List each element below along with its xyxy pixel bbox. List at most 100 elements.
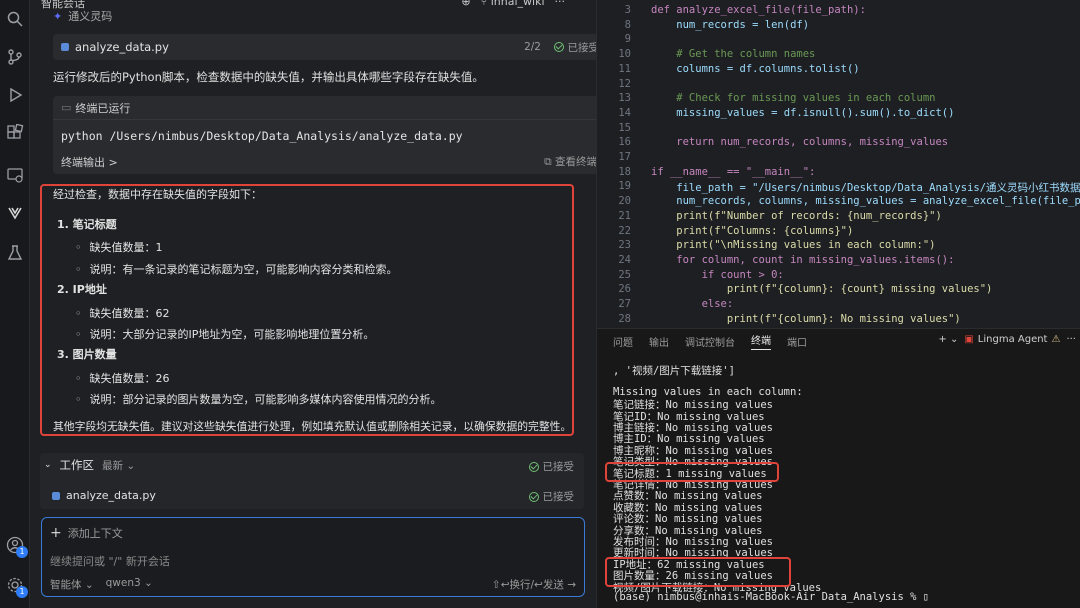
line-number: 23 [618, 239, 631, 252]
send-hint-text: ⇧↩换行/↩发送 [491, 579, 564, 591]
add-icon[interactable]: ⊕ [461, 0, 470, 8]
workspace-file-name: analyze_data.py [66, 489, 156, 502]
terminal-run-card: ▭ 终端已运行 python /Users/nimbus/Desktop/Data… [53, 96, 605, 174]
mode-selector[interactable]: 智能体 ⌄ [50, 577, 94, 592]
check-circle-icon [553, 42, 564, 52]
workspace-status: 已接受 [528, 459, 575, 474]
account-icon[interactable]: 1 [4, 534, 28, 558]
code-text: columns = df.columns.tolist() [651, 62, 860, 75]
panel-tab[interactable]: 输出 [649, 334, 669, 349]
settings-gear-icon[interactable]: 1 [4, 574, 28, 598]
send-arrow-icon: → [567, 579, 576, 591]
line-number: 3 [624, 4, 631, 16]
workspace-file[interactable]: analyze_data.py [52, 489, 156, 502]
line-number: 16 [618, 136, 631, 149]
search-icon[interactable] [4, 8, 26, 30]
more-icon[interactable]: ··· [1066, 334, 1076, 345]
workspace-file-status: 已接受 [528, 489, 574, 504]
line-number: 10 [618, 48, 631, 61]
code-text: for column, count in missing_values.item… [651, 253, 955, 266]
line-number: 13 [618, 92, 631, 105]
workspace-section: ⌄ 工作区 最新 ⌄ 已接受 analyze_data.py 已接受 [40, 453, 584, 509]
terminal-icon: ▣ [964, 334, 974, 345]
line-number: 12 [618, 77, 631, 90]
source-control-icon[interactable] [4, 46, 26, 68]
code-text: print(f"{column}: {count} missing values… [651, 283, 993, 296]
code-text: file_path = "/Users/nimbus/Desktop/Data_… [651, 182, 1080, 195]
code-text: def analyze_excel_file(file_path): [651, 4, 866, 16]
lingma-logo-icon: ✦ [53, 9, 63, 23]
panel-tab[interactable]: 终端 [751, 332, 771, 350]
add-context-button[interactable]: + 添加上下文 [50, 525, 123, 541]
view-terminal-link[interactable]: ⧉ 查看终端 [544, 154, 597, 169]
workspace-latest-text: 最新 [102, 459, 124, 472]
file-card-count: 2/2 [524, 41, 541, 53]
send-hint[interactable]: ⇧↩换行/↩发送 → [492, 577, 576, 592]
code-text: else: [651, 298, 734, 310]
code-text: print(f"{column}: No missing values") [651, 312, 961, 325]
file-change-card[interactable]: analyze_data.py 2/2 已接受 [53, 34, 605, 60]
code-text: if count > 0: [651, 268, 784, 281]
code-text: # Check for missing values in each colum… [651, 92, 936, 105]
lingma-agent-tab[interactable]: ▣ Lingma Agent ⚠ [964, 334, 1060, 345]
python-file-icon [61, 43, 69, 51]
bottom-panel: 问题 输出 调试控制台 终端 端口 + ⌄ ▣ Lingma Agent ⚠ ··· , '… [596, 328, 1080, 608]
code-text: num_records = len(df) [651, 18, 810, 31]
warning-icon: ⚠ [1051, 334, 1061, 345]
lingma-icon[interactable] [4, 202, 26, 224]
line-number: 20 [618, 195, 631, 208]
settings-badge: 1 [16, 586, 28, 598]
workspace-selector[interactable]: ⑂ inhai_wiki [481, 0, 545, 8]
highlight-box [605, 462, 779, 482]
app-window: 1 1 智能会话 ⊕ ⑂ inhai_wiki ··· ✦ 通义灵码 analy… [0, 0, 1080, 608]
line-number: 24 [618, 253, 631, 266]
chat-input-box[interactable]: + 添加上下文 继续提问或 "/" 新开会话 智能体 ⌄ qwen3 ⌄ ⇧↩换行… [41, 517, 585, 597]
panel-actions: + ⌄ ▣ Lingma Agent ⚠ ··· [938, 334, 1076, 345]
line-number: 26 [618, 283, 631, 296]
workspace-latest[interactable]: 最新 ⌄ [102, 458, 135, 473]
panel-tab[interactable]: 问题 [613, 334, 633, 349]
branch-icon: ⑂ [480, 0, 491, 8]
assistant-message-1: 运行修改后的Python脚本，检查数据中的缺失值，并输出具体哪些字段存在缺失值。 [53, 70, 484, 84]
mode-label: 智能体 [50, 579, 82, 591]
line-number: 18 [618, 165, 631, 178]
more-icon[interactable]: ··· [555, 0, 566, 8]
workspace-label: 工作区 [59, 458, 95, 472]
file-card-name: analyze_data.py [75, 40, 169, 54]
python-file-icon [52, 491, 60, 500]
line-number: 11 [618, 62, 631, 75]
line-number: 22 [618, 224, 631, 237]
terminal-icon: ▭ [61, 101, 72, 114]
panel-tab[interactable]: 调试控制台 [685, 334, 735, 349]
agent-name: 通义灵码 [68, 10, 113, 23]
terminal-output-toggle[interactable]: 终端输出 > [61, 154, 118, 170]
terminal-card-title: 终端已运行 [75, 101, 131, 115]
code-text: missing_values = df.isnull().sum().to_di… [651, 106, 955, 119]
panel-tab[interactable]: 端口 [787, 334, 807, 349]
extensions-icon[interactable] [4, 122, 26, 144]
new-terminal-icon[interactable]: + ⌄ [938, 334, 958, 345]
file-card-status: 已接受 [553, 40, 599, 55]
run-debug-icon[interactable] [4, 84, 26, 106]
remote-explorer-icon[interactable] [4, 164, 26, 186]
terminal-command: python /Users/nimbus/Desktop/Data_Analys… [61, 129, 463, 143]
line-number: 15 [618, 121, 631, 134]
model-selector[interactable]: qwen3 ⌄ [106, 577, 153, 592]
workspace-header[interactable]: ⌄ 工作区 最新 ⌄ [44, 457, 135, 473]
account-badge: 1 [16, 546, 28, 558]
line-number: 8 [624, 18, 631, 31]
testing-icon[interactable] [4, 242, 26, 264]
line-number: 27 [618, 298, 631, 310]
agent-label: Lingma Agent [977, 334, 1048, 345]
code-text: print(f"Columns: {columns}") [651, 224, 854, 237]
panel-tabs: 问题 输出 调试控制台 终端 端口 + ⌄ ▣ Lingma Agent ⚠ ··· [597, 329, 1080, 353]
external-link-icon: ⧉ [544, 156, 555, 168]
chat-input-placeholder[interactable]: 继续提问或 "/" 新开会话 [50, 553, 170, 569]
code-text: num_records, columns, missing_values = a… [651, 195, 1080, 208]
answer-highlight-box [40, 184, 574, 436]
line-number: 21 [618, 209, 631, 222]
workspace-status-text: 已接受 [542, 461, 575, 473]
code-editor[interactable]: 3 def analyze_excel_file(file_path): 8 num… [596, 0, 1080, 328]
code-text: print("\nMissing values in each column:"… [651, 239, 936, 252]
agent-row: ✦ 通义灵码 [53, 8, 112, 24]
